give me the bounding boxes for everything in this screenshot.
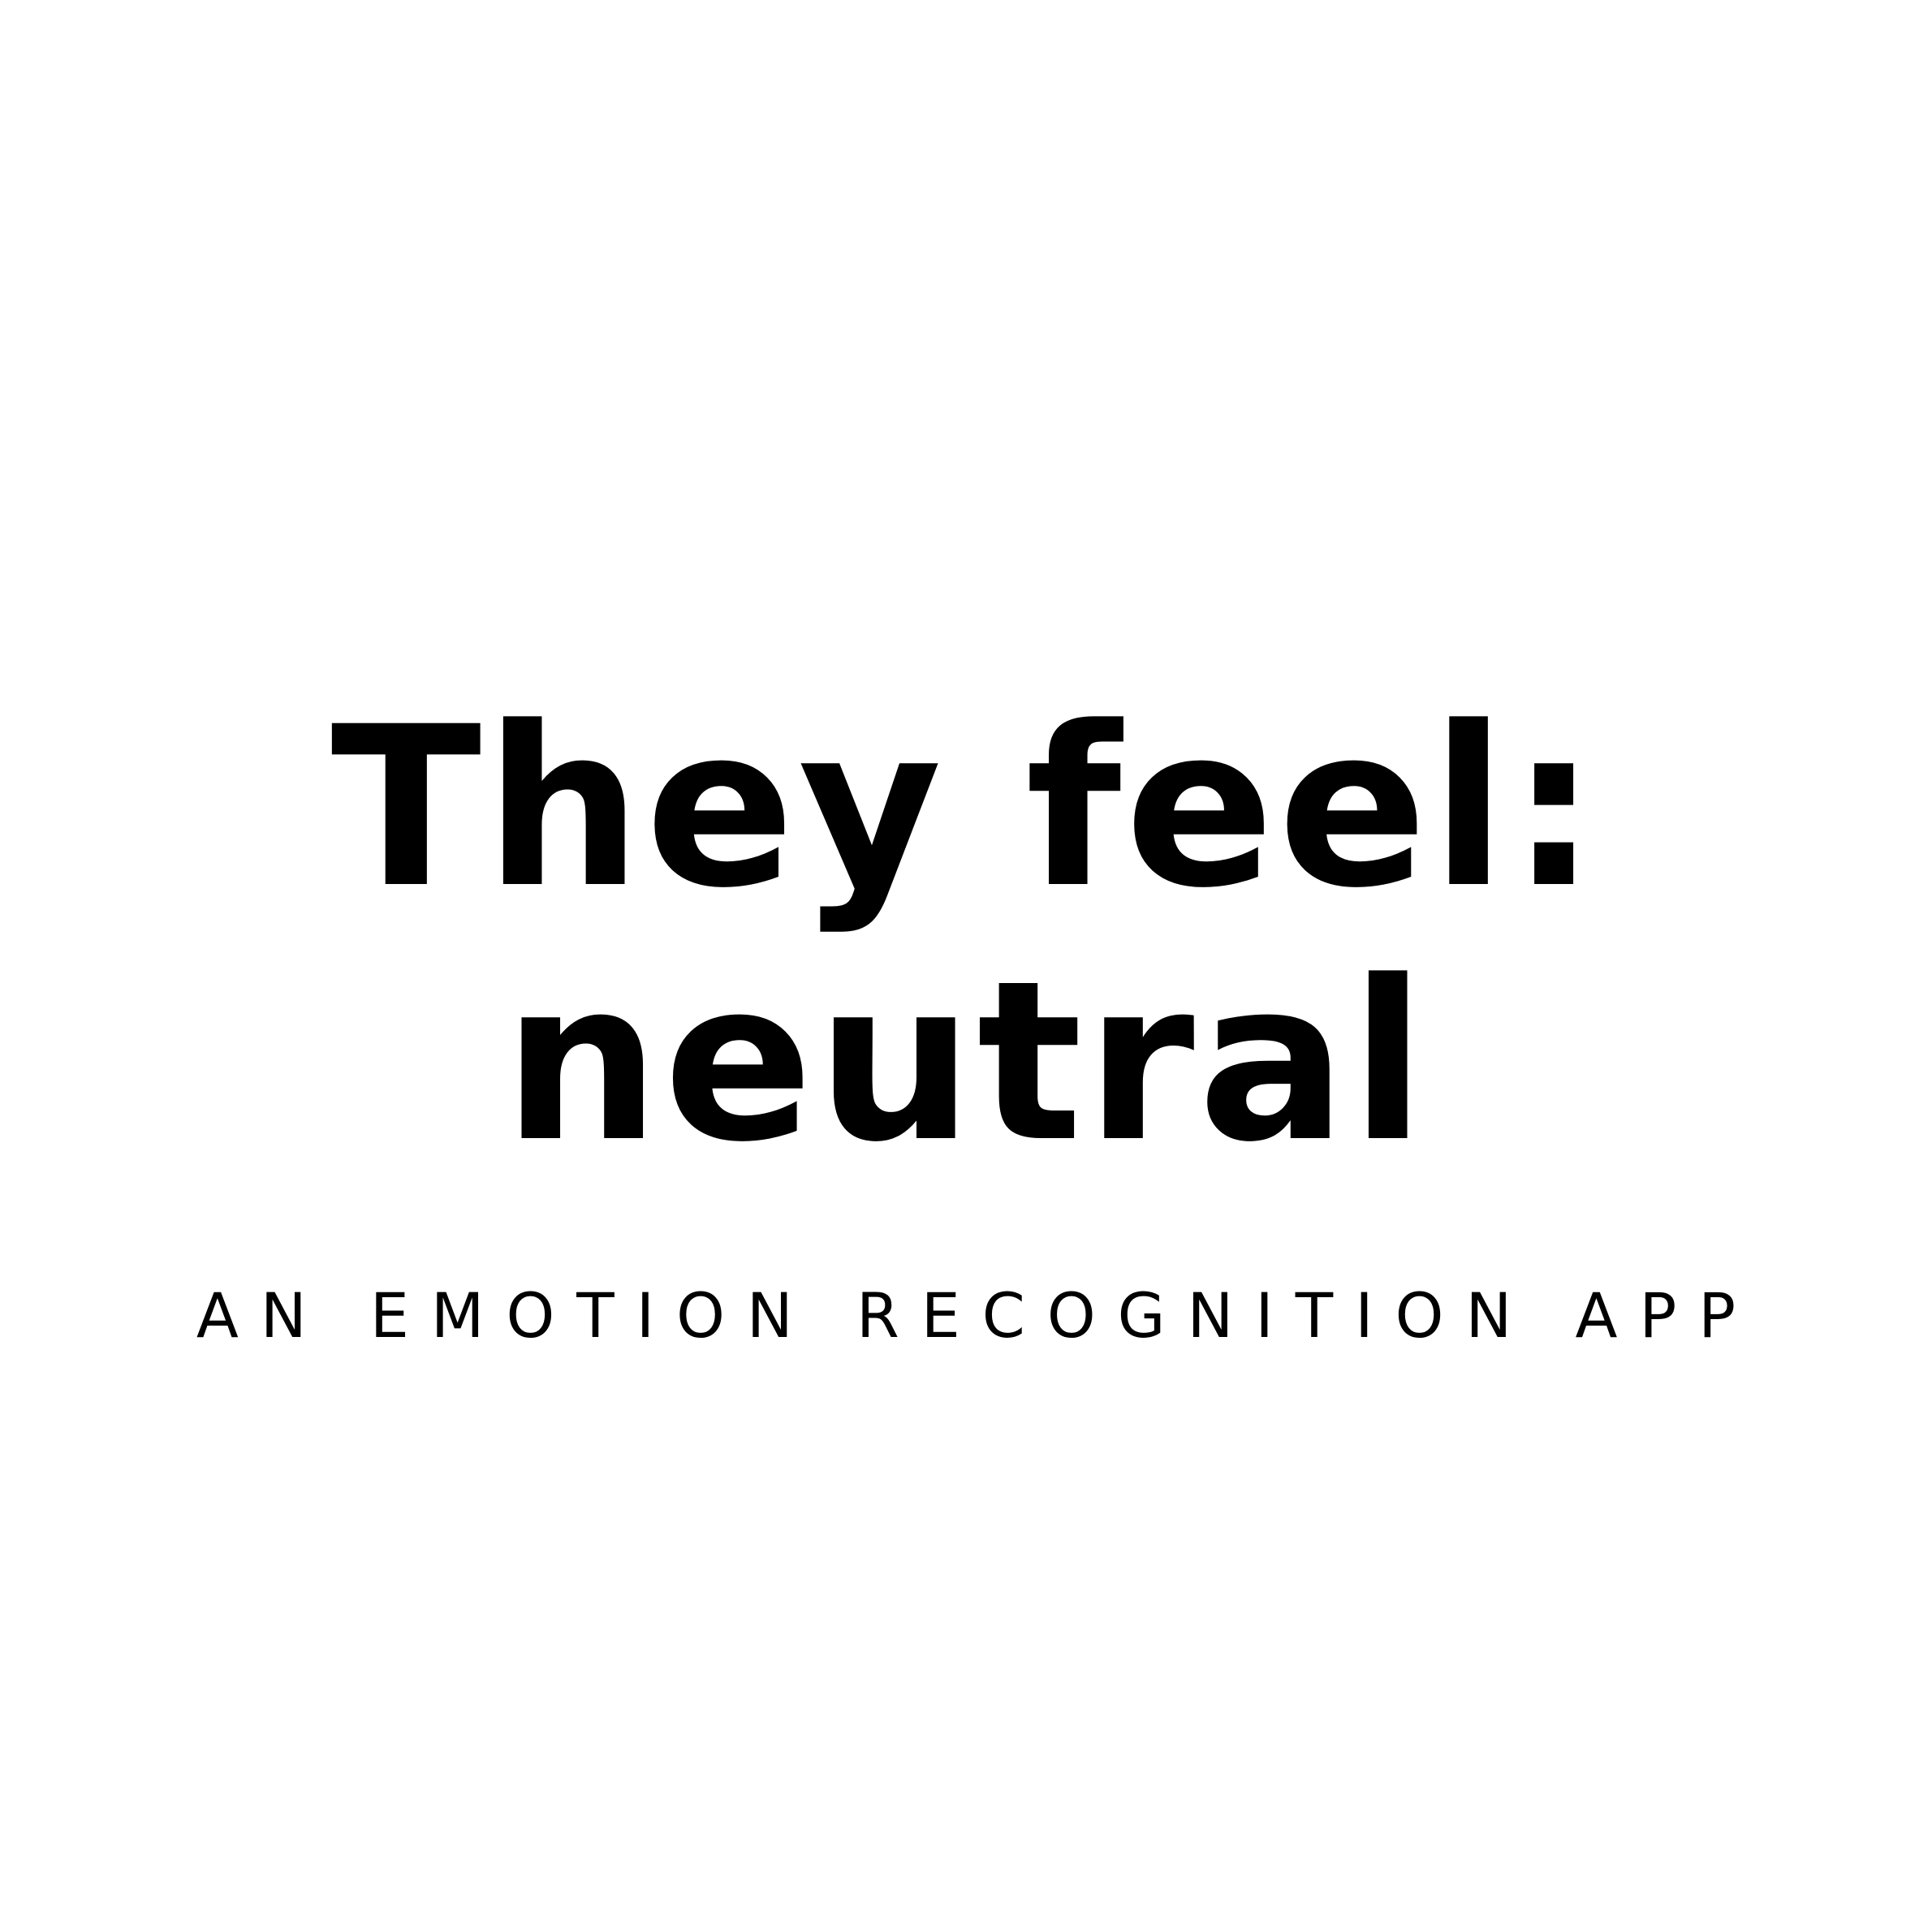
emotion-result-value: neutral: [502, 934, 1430, 1191]
app-tagline: AN EMOTION RECOGNITION APP: [196, 1279, 1758, 1352]
emotion-result-prefix: They feel:: [330, 680, 1602, 937]
emotion-result-heading: They feel: neutral: [0, 682, 1932, 1190]
splash-screen: They feel: neutral AN EMOTION RECOGNITIO…: [0, 0, 1932, 1932]
